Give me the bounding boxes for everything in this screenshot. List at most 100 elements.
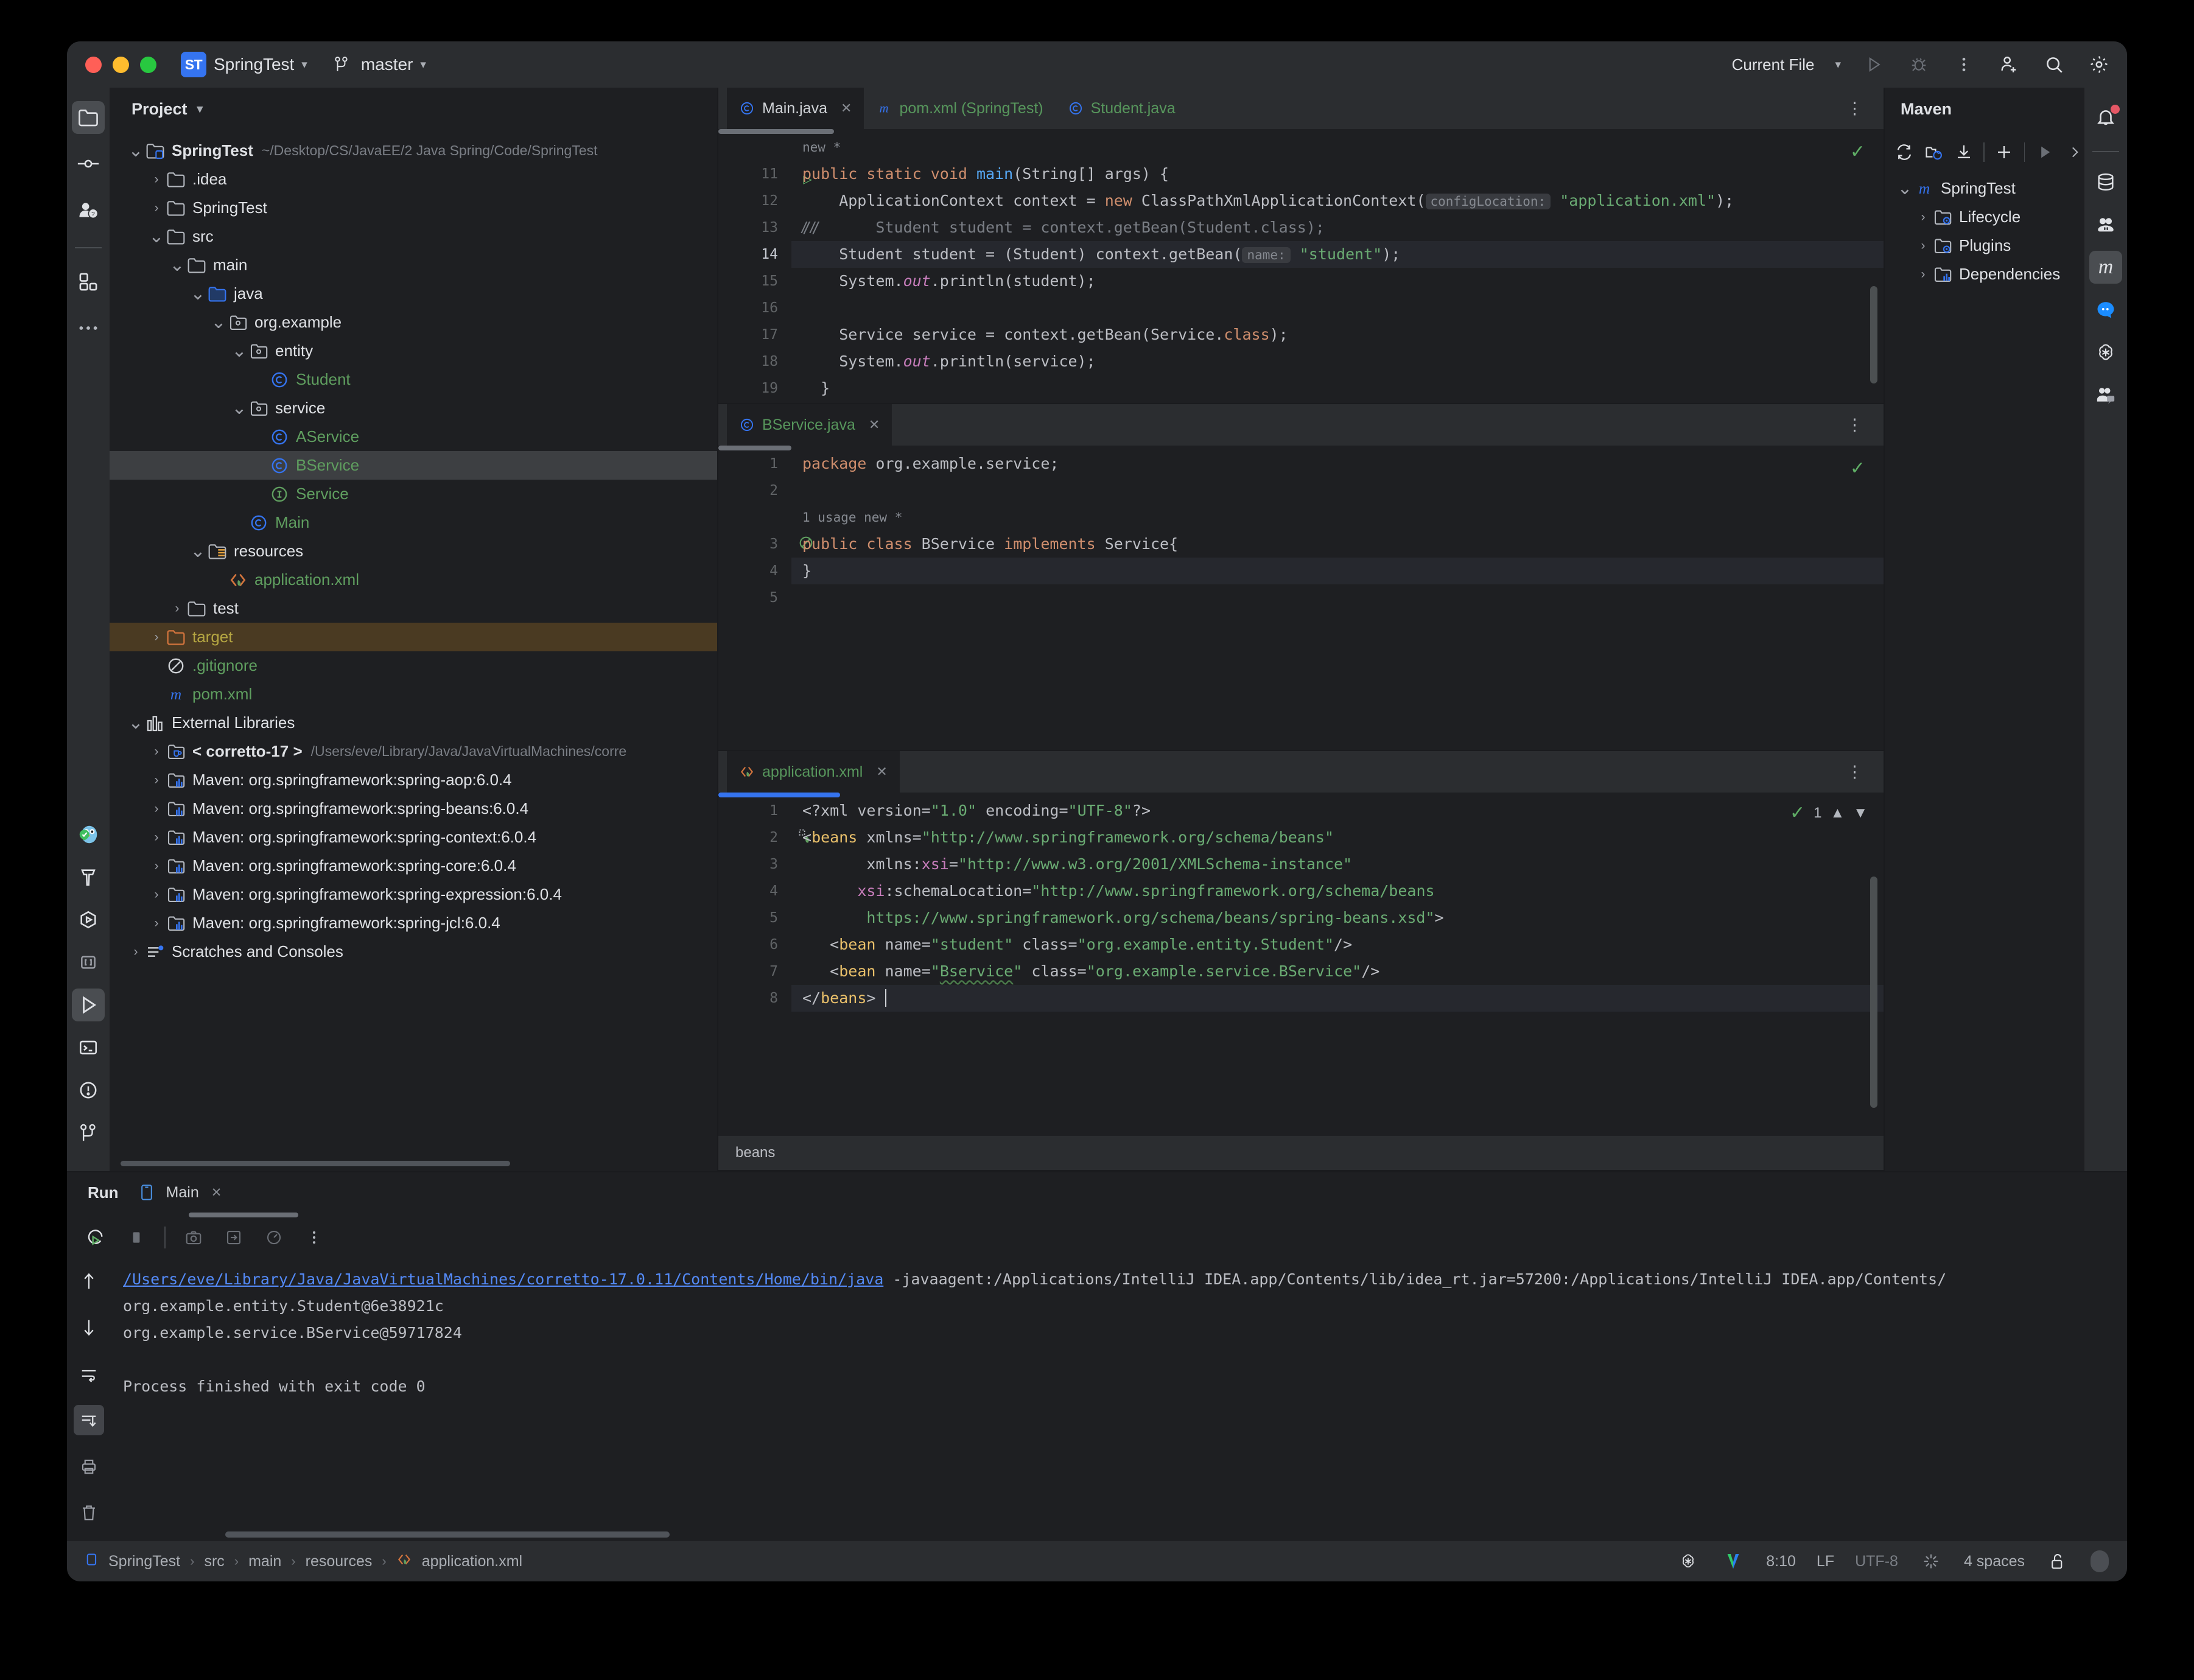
- line-number[interactable]: 15: [718, 268, 791, 295]
- tree-item-maven-org-springframework-spring-aop-6-0-4[interactable]: ›Maven: org.springframework:spring-aop:6…: [110, 766, 717, 794]
- line-number[interactable]: 1: [718, 450, 791, 477]
- code-line[interactable]: public static void main(String[] args) {: [791, 161, 1884, 187]
- notifications-bell-icon[interactable]: [2089, 101, 2122, 134]
- line-number[interactable]: 16: [718, 295, 791, 321]
- line-number[interactable]: 5: [718, 584, 791, 611]
- line-number[interactable]: 3: [718, 531, 791, 558]
- tool-button-more[interactable]: [72, 312, 105, 345]
- chevron-down-icon[interactable]: ⌄: [1896, 183, 1914, 195]
- breadcrumb-item[interactable]: application.xml: [422, 1553, 522, 1570]
- profiler-icon[interactable]: [262, 1225, 286, 1250]
- tree-item-java[interactable]: ⌄java: [110, 279, 717, 308]
- inspection-widget[interactable]: ✓ 1 ▲ ▼: [1790, 802, 1868, 824]
- tool-button-structure[interactable]: [72, 265, 105, 298]
- chevron-down-icon[interactable]: ⌄: [168, 259, 186, 271]
- chevron-right-icon[interactable]: ›: [147, 859, 166, 873]
- console-horizontal-scrollbar[interactable]: [67, 1528, 2127, 1541]
- chevron-down-icon[interactable]: ⌄: [189, 288, 207, 300]
- chevron-down-icon[interactable]: ⌄: [127, 145, 145, 157]
- chevron-right-icon[interactable]: ›: [147, 630, 166, 645]
- tree-item-springtest[interactable]: ⌄SpringTest~/Desktop/CS/JavaEE/2 Java Sp…: [110, 136, 717, 165]
- line-number[interactable]: 4: [718, 558, 791, 584]
- line-number[interactable]: 3: [718, 851, 791, 878]
- tree-item-lifecycle[interactable]: ›Lifecycle: [1891, 203, 2084, 231]
- previous-problem-icon[interactable]: ▲: [1830, 805, 1845, 822]
- close-icon[interactable]: ✕: [211, 1185, 222, 1200]
- code-text-application-xml[interactable]: <?xml version="1.0" encoding="UTF-8"?><b…: [791, 797, 1884, 1136]
- breadcrumb-item[interactable]: src: [204, 1553, 224, 1570]
- code-line[interactable]: </beans>: [791, 985, 1884, 1012]
- next-problem-icon[interactable]: ▼: [1853, 805, 1868, 822]
- search-icon[interactable]: [2042, 52, 2066, 77]
- tool-button-problems[interactable]: [72, 1074, 105, 1107]
- code-line[interactable]: Service service = context.getBean(Servic…: [791, 321, 1884, 348]
- tree-item-service[interactable]: ⌄service: [110, 394, 717, 422]
- editor-options-kebab-icon[interactable]: ⋮: [1846, 762, 1863, 782]
- tree-item-maven-org-springframework-spring-beans-6-0-4[interactable]: ›Maven: org.springframework:spring-beans…: [110, 794, 717, 823]
- tree-item-plugins[interactable]: ›Plugins: [1891, 231, 2084, 260]
- maven-expand-icon[interactable]: [2064, 140, 2084, 164]
- line-number[interactable]: 4: [718, 878, 791, 905]
- maven-tree[interactable]: ⌄mSpringTest›Lifecycle›Plugins›Dependenc…: [1885, 174, 2084, 289]
- editor-tab-bservice-java[interactable]: BService.java✕: [727, 404, 892, 446]
- chevron-right-icon[interactable]: ›: [147, 830, 166, 845]
- tree-item-org-example[interactable]: ⌄org.example: [110, 308, 717, 337]
- chevron-right-icon[interactable]: ›: [147, 744, 166, 759]
- tool-button-database[interactable]: [2089, 166, 2122, 198]
- code-line[interactable]: Student student = (Student) context.getB…: [791, 241, 1884, 268]
- debug-button[interactable]: [1907, 52, 1931, 77]
- caret-position-label[interactable]: 8:10: [1766, 1553, 1796, 1570]
- maven-add-icon[interactable]: [1994, 140, 2014, 164]
- chevron-down-icon[interactable]: ▾: [197, 102, 203, 116]
- tool-button-commit[interactable]: [72, 147, 105, 180]
- close-tab-icon[interactable]: ✕: [876, 764, 887, 780]
- console-output[interactable]: /Users/eve/Library/Java/JavaVirtualMachi…: [111, 1258, 2127, 1528]
- tree-item-service[interactable]: ›Service: [110, 480, 717, 508]
- editor-tab-pom-xml-springtest[interactable]: mpom.xml (SpringTest): [864, 88, 1055, 129]
- code-line[interactable]: }: [791, 558, 1884, 584]
- tree-item-main[interactable]: ›Main: [110, 508, 717, 537]
- run-tab-main[interactable]: Main ✕: [135, 1180, 222, 1205]
- encoding-label[interactable]: UTF-8: [1855, 1553, 1898, 1570]
- chevron-right-icon[interactable]: ›: [1914, 267, 1932, 282]
- chevron-right-icon[interactable]: ›: [1914, 210, 1932, 225]
- maven-run-icon[interactable]: [2035, 140, 2055, 164]
- line-number[interactable]: 13//: [718, 214, 791, 241]
- scroll-down-icon[interactable]: [74, 1312, 104, 1343]
- soft-wrap-icon[interactable]: [222, 1225, 246, 1250]
- code-line[interactable]: System.out.println(service);: [791, 348, 1884, 375]
- line-separator-label[interactable]: LF: [1817, 1553, 1834, 1570]
- tree-item-student[interactable]: ›Student: [110, 365, 717, 394]
- chevron-right-icon[interactable]: ›: [127, 945, 145, 959]
- tool-button-project[interactable]: [72, 101, 105, 134]
- usage-hint[interactable]: 1 usage new *: [791, 504, 1884, 531]
- tree-item-springtest[interactable]: ⌄mSpringTest: [1891, 174, 2084, 203]
- code-line[interactable]: [791, 477, 1884, 504]
- editor-tabs-mid[interactable]: BService.java✕ ⋮: [718, 404, 1884, 446]
- chevron-down-icon[interactable]: ⌄: [230, 345, 248, 357]
- branch-selector[interactable]: master ▾: [329, 52, 426, 77]
- tool-button-gradle[interactable]: [2089, 208, 2122, 241]
- line-number[interactable]: 11▷: [718, 161, 791, 187]
- code-line[interactable]: System.out.println(student);: [791, 268, 1884, 295]
- tree-item-gitignore[interactable]: ›.gitignore: [110, 651, 717, 680]
- print-icon[interactable]: [74, 1451, 104, 1482]
- tool-button-terminal[interactable]: [72, 1031, 105, 1064]
- editor-tab-student-java[interactable]: Student.java: [1056, 88, 1188, 129]
- minimize-window-button[interactable]: [113, 57, 129, 73]
- line-number[interactable]: 7: [718, 958, 791, 985]
- tree-item-resources[interactable]: ⌄resources: [110, 537, 717, 565]
- code-line[interactable]: [791, 584, 1884, 611]
- tree-item-maven-org-springframework-spring-context-6-0-4[interactable]: ›Maven: org.springframework:spring-conte…: [110, 823, 717, 852]
- close-window-button[interactable]: [85, 57, 102, 73]
- maven-reload-icon[interactable]: [1894, 140, 1915, 164]
- code-line[interactable]: <beans xmlns="http://www.springframework…: [791, 824, 1884, 851]
- code-line[interactable]: }: [791, 402, 1884, 403]
- chevron-down-icon[interactable]: ⌄: [189, 545, 207, 558]
- editor-options-kebab-icon[interactable]: ⋮: [1846, 415, 1863, 435]
- tree-item-aservice[interactable]: ›AService: [110, 422, 717, 451]
- tree-item-bservice[interactable]: ›BService: [110, 451, 717, 480]
- line-number[interactable]: 6: [718, 931, 791, 958]
- screenshot-icon[interactable]: [181, 1225, 206, 1250]
- tree-item-test[interactable]: ›test: [110, 594, 717, 623]
